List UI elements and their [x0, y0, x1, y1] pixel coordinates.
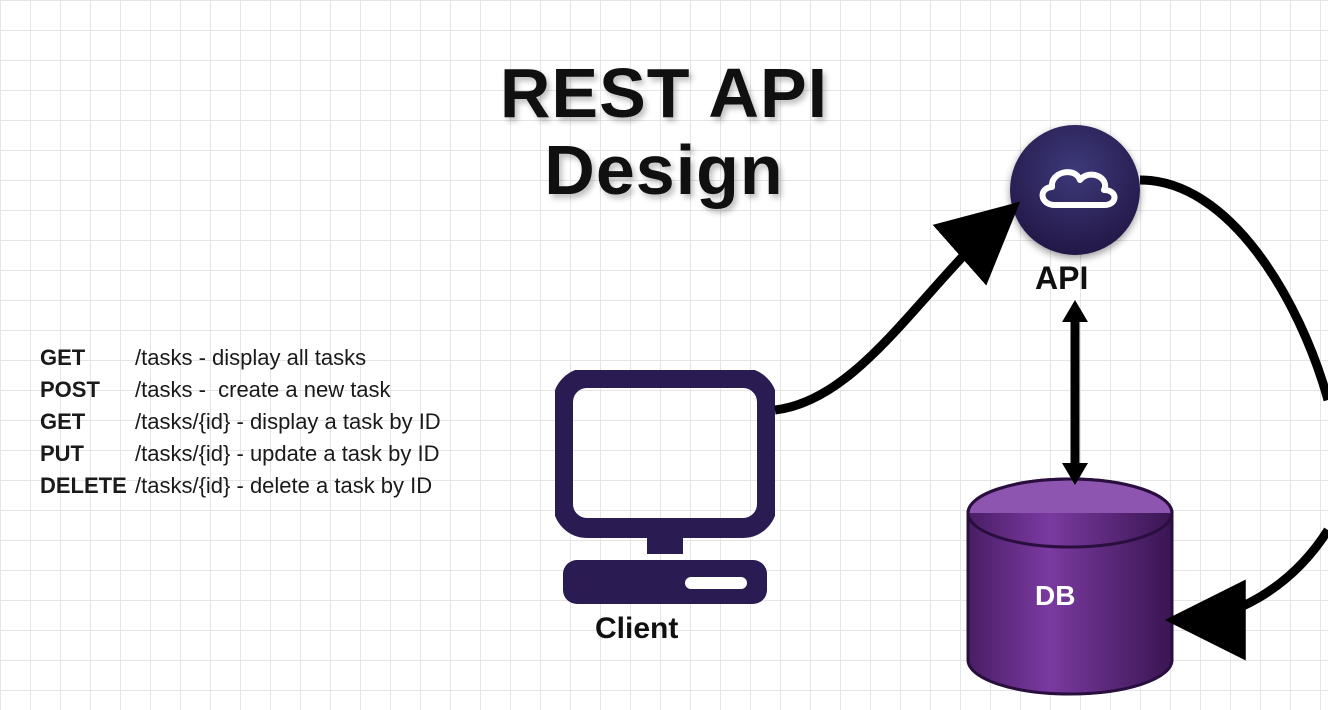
arrow-edge-to-db	[0, 0, 1328, 702]
